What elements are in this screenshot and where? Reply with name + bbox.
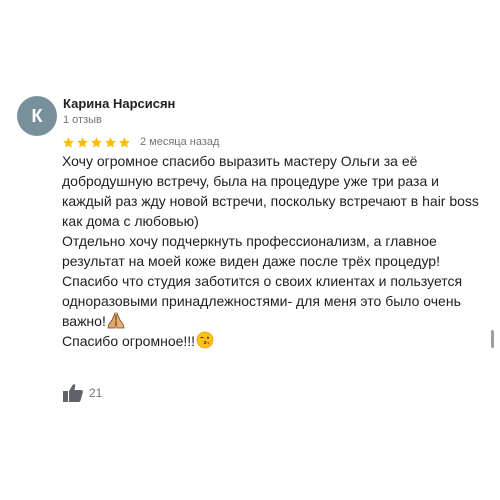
star-icon	[118, 136, 131, 149]
scrollbar-thumb[interactable]	[491, 330, 494, 348]
author-name[interactable]: Карина Нарсисян	[63, 96, 175, 111]
star-icon	[90, 136, 103, 149]
like-count: 21	[89, 386, 103, 400]
review-paragraph: Спасибо огромное!!!	[62, 331, 487, 351]
review-paragraph-text: Спасибо огромное!!!	[62, 333, 196, 349]
star-icon	[104, 136, 117, 149]
star-icon	[62, 136, 75, 149]
review-date: 2 месяца назад	[140, 136, 220, 148]
avatar[interactable]: К	[17, 96, 57, 136]
review-text: Хочу огромное спасибо выразить мастеру О…	[62, 151, 487, 351]
rating-row: 2 месяца назад	[62, 134, 219, 150]
avatar-initial: К	[31, 105, 43, 126]
thumbs-up-icon[interactable]	[62, 383, 84, 403]
review-paragraph: Хочу огромное спасибо выразить мастеру О…	[62, 153, 479, 229]
review-paragraph: Отдельно хочу подчеркнуть профессионализ…	[62, 233, 440, 269]
face-blowing-kiss-icon	[196, 331, 214, 349]
star-rating	[62, 136, 132, 149]
author-reviews-count: 1 отзыв	[63, 114, 102, 126]
review-paragraph: Спасибо что студия заботится о своих кли…	[62, 271, 487, 331]
star-icon	[76, 136, 89, 149]
like-row: 21	[62, 383, 102, 403]
folded-hands-icon	[107, 312, 125, 329]
